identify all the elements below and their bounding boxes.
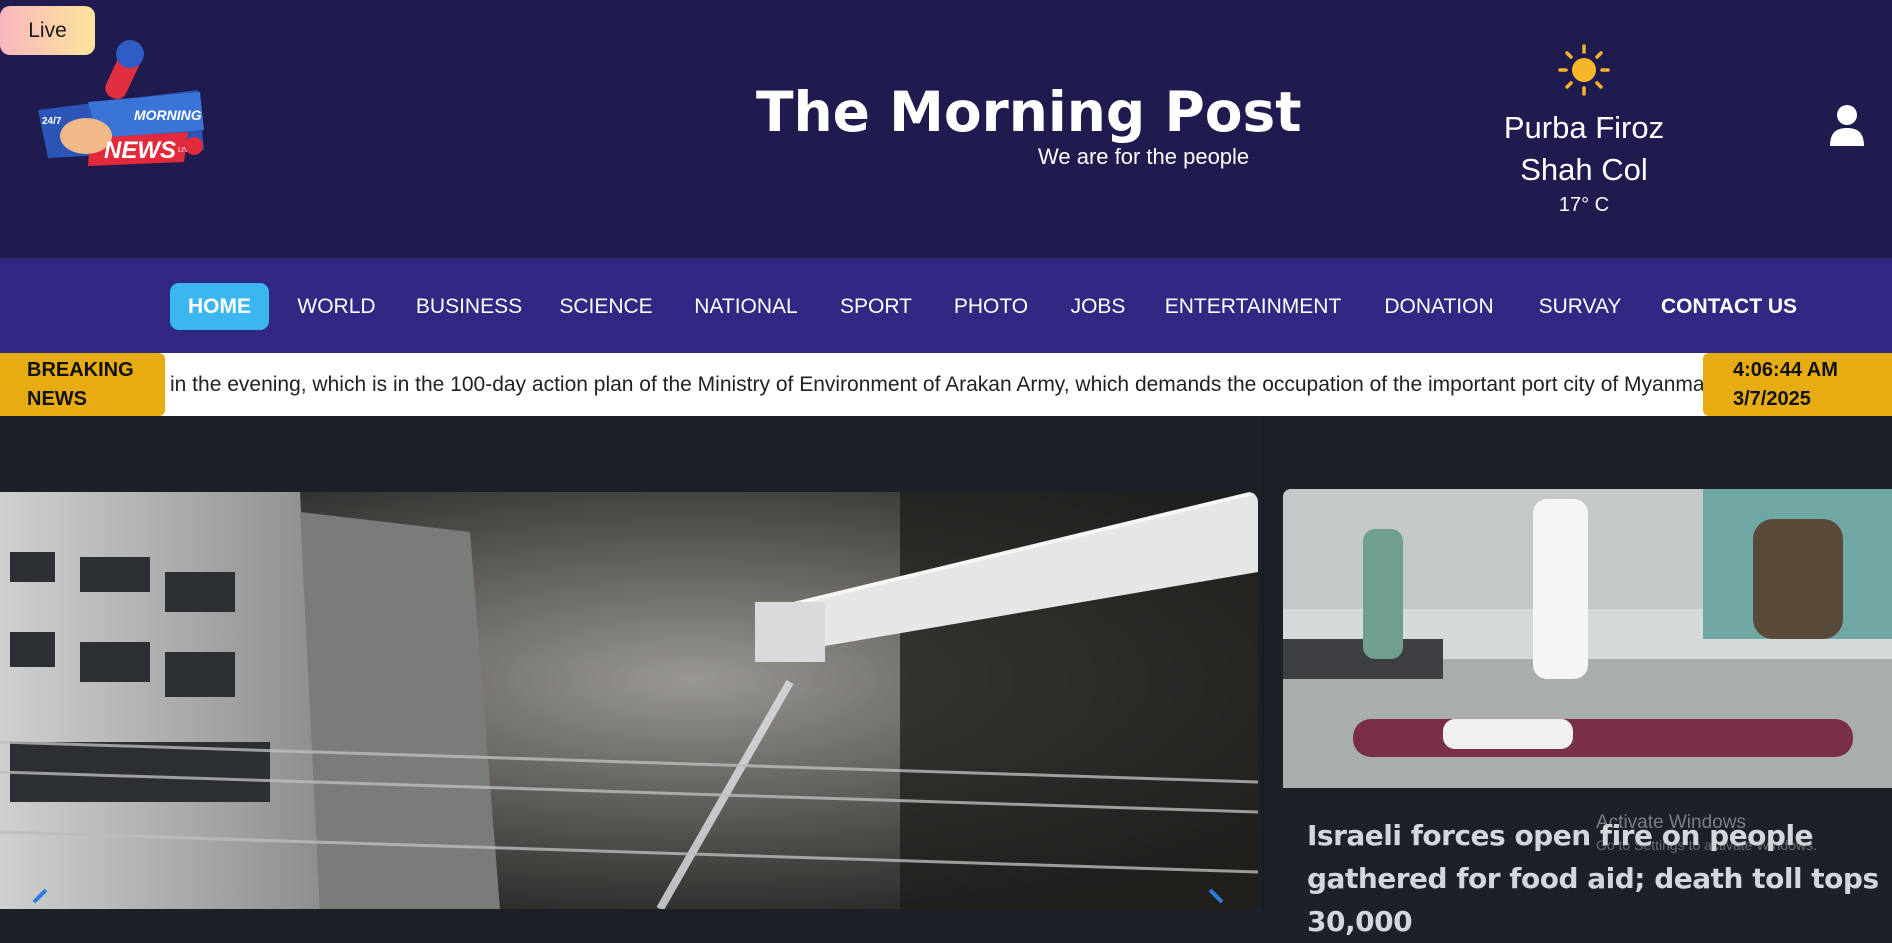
hospital-scene-image xyxy=(1283,489,1892,788)
nav-item-sport[interactable]: SPORT xyxy=(832,283,920,330)
bandaged-leg xyxy=(1443,719,1573,749)
column-divider xyxy=(1262,416,1264,909)
site-tagline: We are for the people xyxy=(1038,144,1250,169)
activate-windows-subtitle: Go to Settings to activate Windows. xyxy=(1596,837,1817,853)
nav-item-world[interactable]: WORLD xyxy=(288,283,385,330)
side-story-image[interactable] xyxy=(1283,489,1892,788)
weather-location: Purba Firoz Shah Col xyxy=(1480,107,1688,191)
person-on-floor xyxy=(1353,719,1853,757)
ticker-clock: 4:06:44 AM 3/7/2025 xyxy=(1703,353,1892,416)
nav-item-survay[interactable]: SURVAY xyxy=(1530,283,1630,330)
logo-text-news: NEWS xyxy=(104,137,176,164)
doctor-figure xyxy=(1533,499,1588,679)
ladder-basket xyxy=(755,602,825,662)
microphone-head xyxy=(116,40,144,68)
logo-text-morning: MORNING xyxy=(134,107,202,123)
nav-item-national[interactable]: NATIONAL xyxy=(682,283,810,330)
clock-date: 3/7/2025 xyxy=(1733,388,1811,410)
nav-item-home[interactable]: HOME xyxy=(170,283,269,330)
person-standing xyxy=(1363,529,1403,659)
weather-temperature: 17° C xyxy=(1558,194,1610,216)
morning-news-logo[interactable]: 24/7 MORNING NEWS LIVE xyxy=(28,40,214,175)
breaking-news-label-line2: NEWS xyxy=(27,388,87,410)
breaking-news-label-line1: BREAKING xyxy=(27,359,134,381)
featured-slider-image[interactable] xyxy=(0,492,1258,909)
sun-icon xyxy=(1558,44,1610,96)
slider-next-icon[interactable] xyxy=(1204,888,1228,909)
site-title[interactable]: The Morning Post xyxy=(756,80,1302,144)
activate-windows-title: Activate Windows xyxy=(1596,812,1746,833)
nav-item-business[interactable]: BUSINESS xyxy=(408,283,530,330)
nav-item-contact-us[interactable]: CONTACT US xyxy=(1654,283,1804,330)
fire-scene-image xyxy=(0,492,1258,909)
play-icon xyxy=(185,137,203,155)
slider-prev-icon[interactable] xyxy=(28,888,52,909)
weather-location-line1: Purba Firoz xyxy=(1503,110,1665,145)
logo-text-247: 24/7 xyxy=(42,116,62,127)
nav-item-jobs[interactable]: JOBS xyxy=(1062,283,1134,330)
nav-item-science[interactable]: SCIENCE xyxy=(554,283,658,330)
weather-location-line2: Shah Col xyxy=(1520,152,1648,187)
person-bending xyxy=(1753,519,1843,639)
breaking-news-label: BREAKING NEWS xyxy=(0,353,165,416)
building-center xyxy=(300,512,500,909)
clock-time: 4:06:44 AM xyxy=(1733,359,1838,381)
nav-item-entertainment[interactable]: ENTERTAINMENT xyxy=(1158,283,1348,330)
nav-item-donation[interactable]: DONATION xyxy=(1372,283,1506,330)
ticker-text[interactable]: in the evening, which is in the 100-day … xyxy=(170,373,1704,397)
user-icon[interactable] xyxy=(1828,104,1866,146)
nav-item-photo[interactable]: PHOTO xyxy=(944,283,1038,330)
